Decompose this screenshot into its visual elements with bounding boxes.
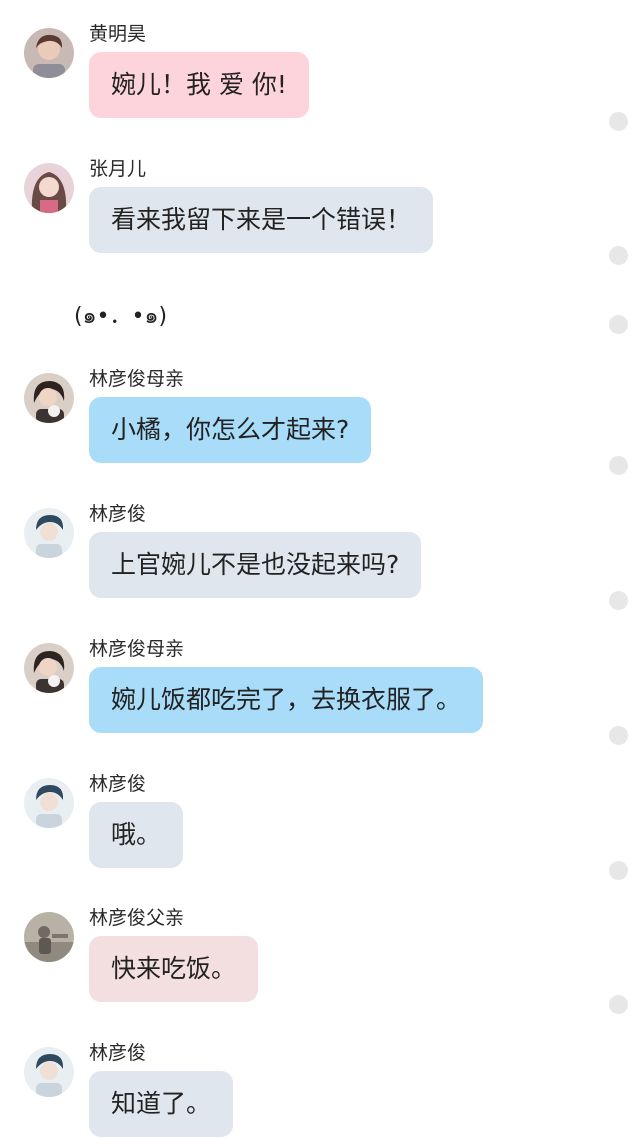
avatar-icon[interactable]	[24, 373, 74, 423]
avatar-icon[interactable]	[24, 163, 74, 213]
select-dot-icon[interactable]	[609, 246, 628, 265]
message-bubble[interactable]: 上官婉儿不是也没起来吗?	[89, 532, 422, 598]
kaomoji-text: (๑•．•๑)	[74, 304, 168, 329]
message-bubble[interactable]: 知道了。	[89, 1071, 234, 1137]
select-dot-icon[interactable]	[609, 861, 628, 880]
message-bubble[interactable]: 看来我留下来是一个错误！	[89, 187, 434, 253]
select-dot-icon[interactable]	[609, 726, 628, 745]
avatar-icon[interactable]	[24, 28, 74, 78]
sender-name: 林彦俊父亲	[89, 907, 185, 929]
message-bubble[interactable]: 婉儿！我 爱 你!	[89, 52, 309, 118]
sender-name: 林彦俊母亲	[89, 368, 185, 390]
avatar-icon[interactable]	[24, 508, 74, 558]
select-dot-icon[interactable]	[609, 591, 628, 610]
sender-name: 张月儿	[89, 158, 147, 180]
avatar-icon[interactable]	[24, 778, 74, 828]
sender-name: 林彦俊	[89, 773, 147, 795]
message-bubble[interactable]: 哦。	[89, 802, 184, 868]
select-dot-icon[interactable]	[609, 995, 628, 1014]
avatar-icon[interactable]	[24, 1047, 74, 1097]
avatar-icon[interactable]	[24, 643, 74, 693]
message-bubble[interactable]: 小橘，你怎么才起来?	[89, 397, 372, 463]
avatar-icon[interactable]	[24, 912, 74, 962]
message-bubble[interactable]: 快来吃饭。	[89, 936, 259, 1002]
sender-name: 林彦俊	[89, 503, 147, 525]
select-dot-icon[interactable]	[609, 456, 628, 475]
sender-name: 林彦俊母亲	[89, 638, 185, 660]
select-dot-icon[interactable]	[609, 315, 628, 334]
sender-name: 林彦俊	[89, 1042, 147, 1064]
select-dot-icon[interactable]	[609, 112, 628, 131]
sender-name: 黄明昊	[89, 23, 147, 45]
message-bubble[interactable]: 婉儿饭都吃完了，去换衣服了。	[89, 667, 484, 733]
